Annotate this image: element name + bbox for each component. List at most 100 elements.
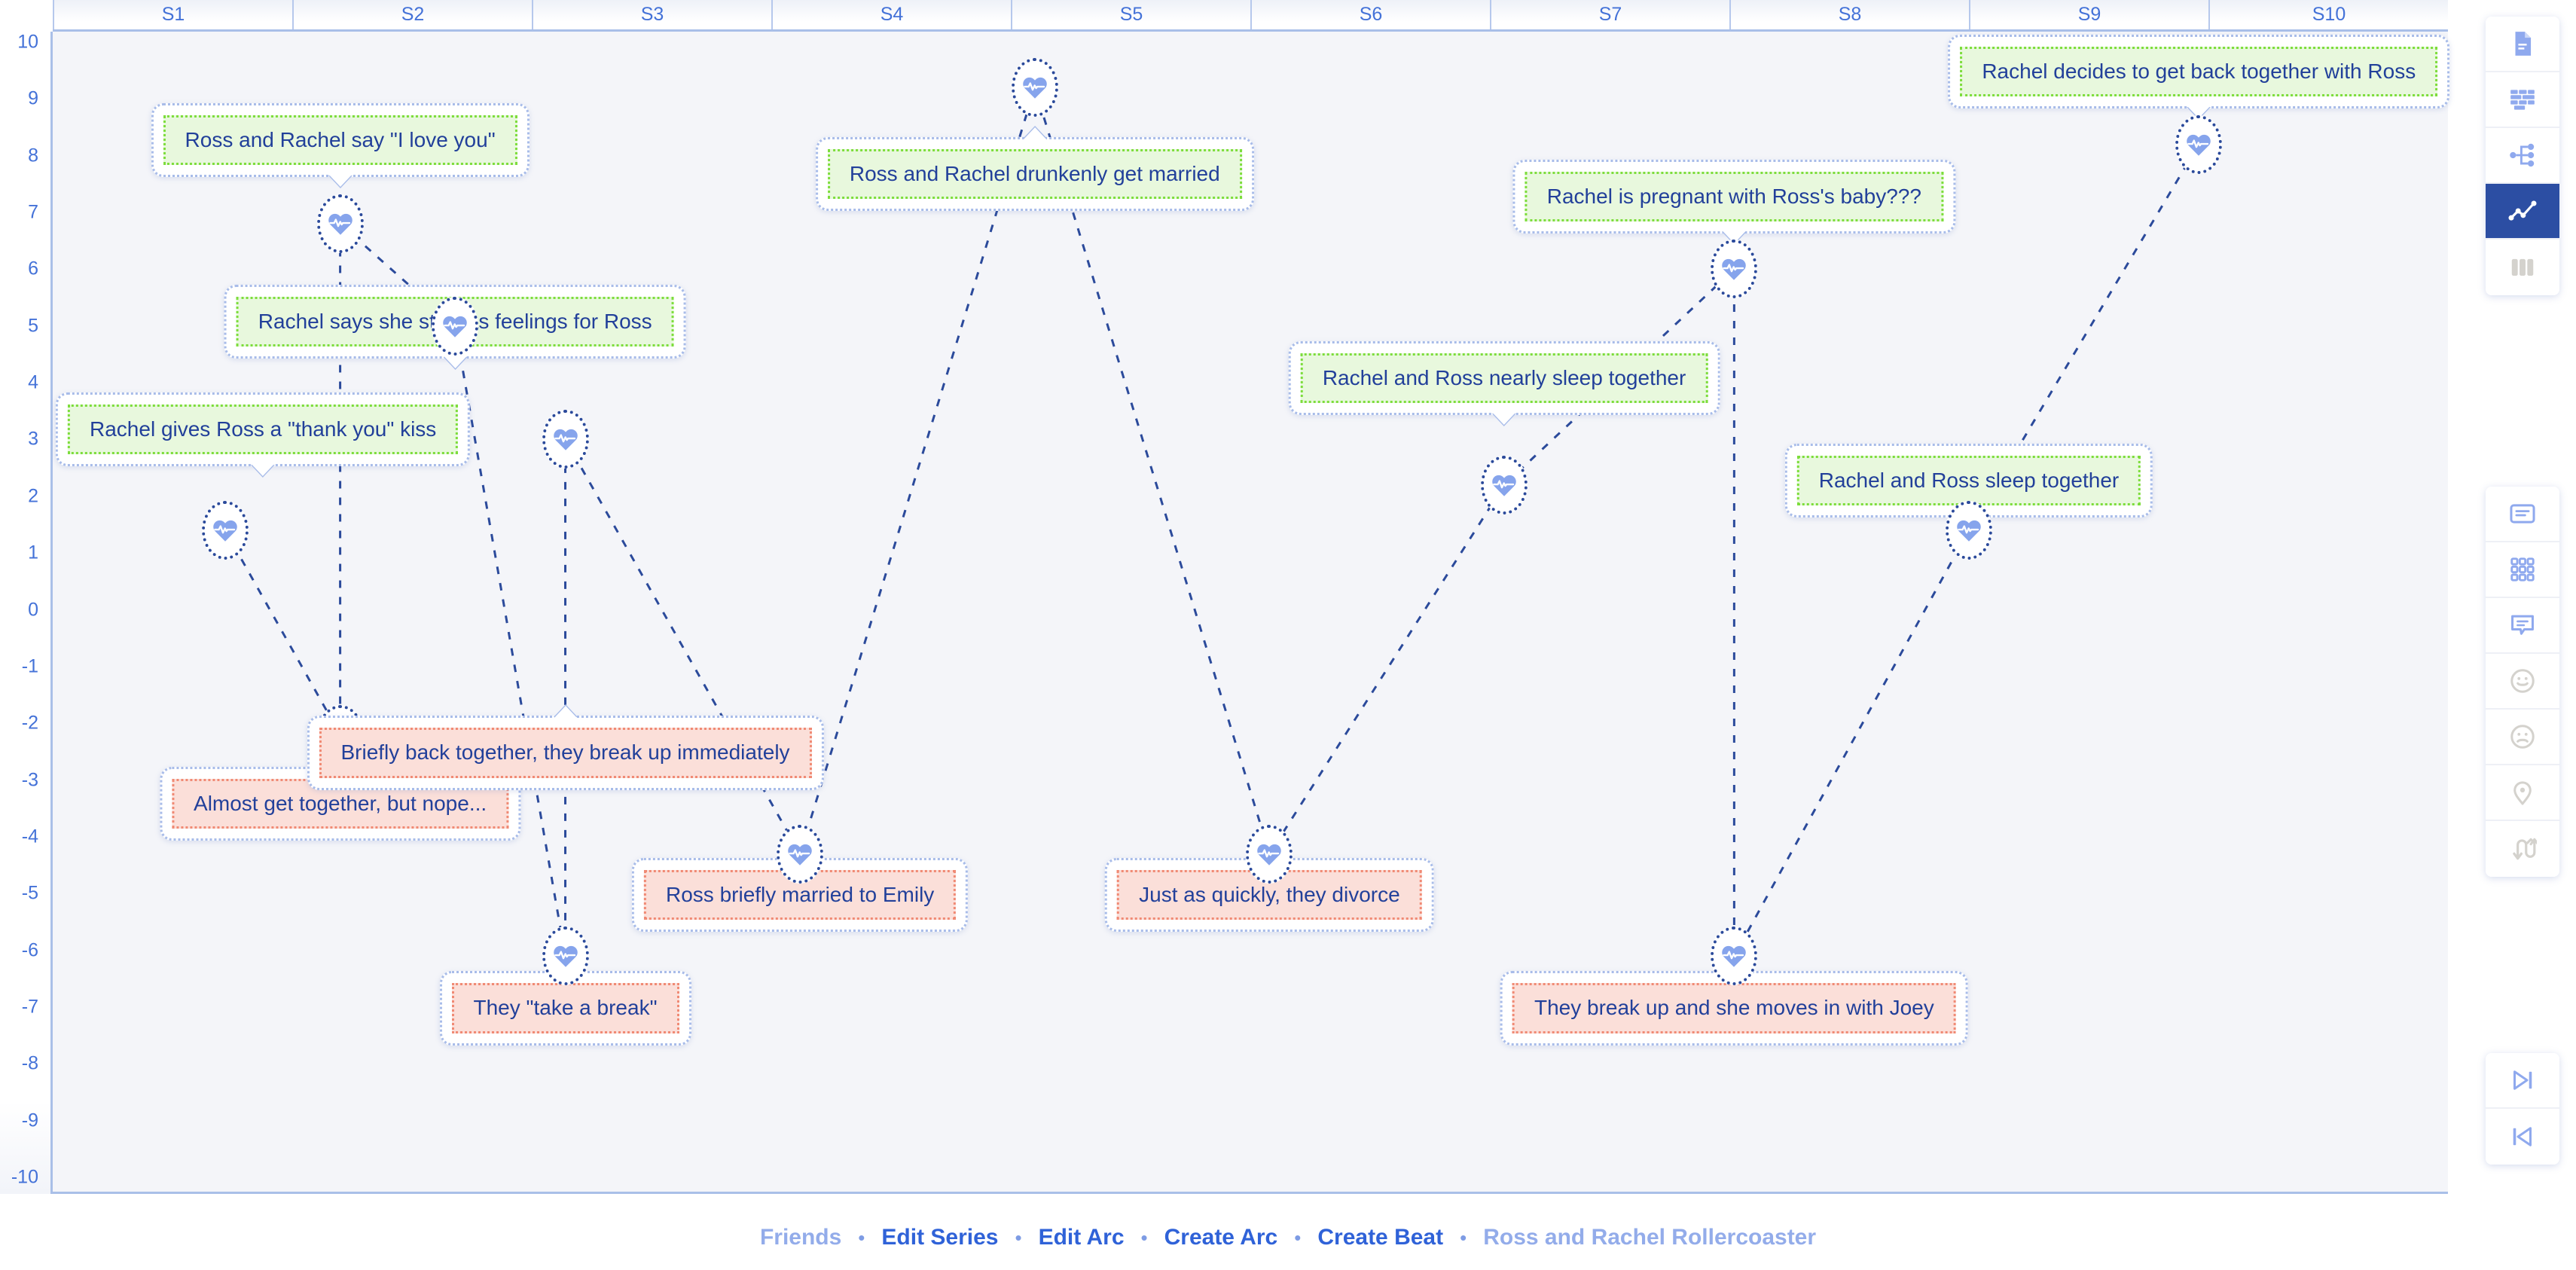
beat-card-pointer	[443, 355, 468, 368]
beat-node-heart-pulse-icon[interactable]	[201, 501, 249, 560]
beat-node-heart-pulse-icon[interactable]	[1946, 501, 1992, 560]
map-pin-icon[interactable]	[2486, 765, 2559, 821]
breadcrumb-item-create-beat[interactable]: Create Beat	[1301, 1225, 1460, 1250]
season-label: S4	[880, 4, 904, 25]
y-axis-tick: -10	[11, 1166, 38, 1188]
season-header-s1[interactable]: S1	[53, 0, 292, 29]
beat-node-heart-pulse-icon[interactable]	[1246, 824, 1293, 884]
beat-card[interactable]: Rachel and Ross nearly sleep together	[1288, 341, 1720, 426]
season-label: S1	[161, 4, 185, 25]
arc-chart: S1 S2 S3 S4 S5 S6 S7 S8 S9 S10 10 9 8 7 6 5 4 3 2 1 0 -1 -2 -3…	[0, 0, 2450, 1194]
beat-node-heart-pulse-icon[interactable]	[1711, 927, 1758, 986]
beat-label: Rachel decides to get back together with…	[1960, 47, 2438, 97]
breadcrumb-separator: •	[1015, 1226, 1022, 1249]
beat-card[interactable]: Rachel gives Ross a "thank you" kiss	[56, 392, 471, 477]
beat-label: Ross and Rachel say "I love you"	[163, 114, 517, 165]
breadcrumb-item-create-arc[interactable]: Create Arc	[1148, 1225, 1295, 1250]
beat-label: Ross and Rachel drunkenly get married	[827, 148, 1242, 200]
y-axis-tick: -8	[21, 1052, 38, 1074]
columns-icon[interactable]	[2486, 240, 2559, 295]
beat-card-pointer	[1022, 127, 1047, 140]
beat-node-heart-pulse-icon[interactable]	[432, 296, 479, 356]
beat-label: They break up and she moves in with Joey	[1512, 983, 1956, 1033]
comment-icon[interactable]	[2486, 598, 2559, 654]
y-axis-tick: -3	[21, 769, 38, 791]
y-axis-tick: 10	[17, 31, 38, 53]
navigation-toolbar[interactable]	[2486, 1053, 2559, 1165]
beat-tools-toolbar[interactable]	[2486, 487, 2559, 877]
season-header-s7[interactable]: S7	[1490, 0, 1729, 29]
beat-node-heart-pulse-icon[interactable]	[316, 194, 364, 254]
y-axis-tick: 7	[28, 201, 38, 223]
beat-node-heart-pulse-icon[interactable]	[542, 927, 589, 986]
season-label: S8	[1838, 4, 1862, 25]
arc-chart-app: S1 S2 S3 S4 S5 S6 S7 S8 S9 S10 10 9 8 7 6 5 4 3 2 1 0 -1 -2 -3…	[0, 0, 2576, 1270]
skip-backward-icon[interactable]	[2486, 1109, 2559, 1165]
season-header-s4[interactable]: S4	[771, 0, 1011, 29]
beat-card[interactable]: Ross and Rachel drunkenly get married	[815, 127, 1254, 212]
breadcrumb-separator: •	[858, 1226, 865, 1249]
season-header-s5[interactable]: S5	[1011, 0, 1250, 29]
beat-card-pointer	[251, 463, 276, 477]
breadcrumb[interactable]: Friends • Edit Series • Edit Arc • Create Arc •…	[0, 1205, 2576, 1270]
sad-face-icon[interactable]	[2486, 710, 2559, 765]
beat-label: Rachel is pregnant with Ross's baby???	[1525, 171, 1943, 222]
sitemap-icon[interactable]	[2486, 128, 2559, 184]
beat-label: Rachel and Ross sleep together	[1796, 455, 2141, 505]
beat-node-heart-pulse-icon[interactable]	[1481, 455, 1528, 514]
season-label: S10	[2312, 4, 2346, 25]
y-axis-tick: -6	[21, 939, 38, 961]
y-axis-tick: 2	[28, 485, 38, 507]
happy-face-icon[interactable]	[2486, 654, 2559, 710]
document-icon[interactable]	[2486, 17, 2559, 72]
season-label: S3	[640, 4, 664, 25]
season-header-s10[interactable]: S10	[2208, 0, 2448, 29]
beat-node-heart-pulse-icon[interactable]	[1011, 58, 1058, 118]
y-axis-tick: -2	[21, 712, 38, 734]
y-axis-tick: 3	[28, 428, 38, 450]
y-axis-tick: 9	[28, 87, 38, 109]
y-axis-tick: -7	[21, 996, 38, 1018]
y-axis-tick: 6	[28, 258, 38, 279]
beat-node-heart-pulse-icon[interactable]	[1711, 240, 1758, 299]
beat-node-heart-pulse-icon[interactable]	[2175, 114, 2223, 174]
breadcrumb-item-friends: Friends	[759, 1225, 842, 1250]
season-header-s9[interactable]: S9	[1969, 0, 2208, 29]
beat-card[interactable]: Rachel decides to get back together with…	[1948, 35, 2450, 119]
season-header-row: S1 S2 S3 S4 S5 S6 S7 S8 S9 S10	[53, 0, 2448, 32]
y-axis-tick: 0	[28, 599, 38, 620]
view-mode-toolbar[interactable]	[2486, 17, 2559, 295]
y-axis-tick: 4	[28, 371, 38, 393]
y-axis-tick: -1	[21, 655, 38, 677]
beat-card-pointer	[553, 706, 578, 719]
breadcrumb-item-edit-arc[interactable]: Edit Arc	[1022, 1225, 1141, 1250]
breadcrumb-separator: •	[1460, 1226, 1467, 1249]
skip-forward-icon[interactable]	[2486, 1053, 2559, 1109]
y-axis-tick: 8	[28, 145, 38, 166]
text-card-icon[interactable]	[2486, 487, 2559, 542]
y-axis-tick: -9	[21, 1110, 38, 1131]
beat-label: They "take a break"	[451, 983, 679, 1033]
season-header-s3[interactable]: S3	[532, 0, 771, 29]
grid-icon[interactable]	[2486, 542, 2559, 598]
beat-label: Rachel and Ross nearly sleep together	[1300, 353, 1708, 404]
wall-icon[interactable]	[2486, 72, 2559, 128]
season-header-s8[interactable]: S8	[1729, 0, 1969, 29]
breadcrumb-item-ross-and-rachel-rollercoaster: Ross and Rachel Rollercoaster	[1483, 1225, 1817, 1250]
shuffle-icon[interactable]	[2486, 821, 2559, 877]
y-axis-tick: -4	[21, 826, 38, 847]
season-label: S9	[2077, 4, 2101, 25]
y-axis-tick: 1	[28, 542, 38, 563]
beat-node-heart-pulse-icon[interactable]	[777, 824, 824, 884]
beat-card[interactable]: Ross and Rachel say "I love you"	[151, 102, 530, 187]
breadcrumb-item-edit-series[interactable]: Edit Series	[865, 1225, 1015, 1250]
season-header-s2[interactable]: S2	[292, 0, 532, 29]
y-axis-tick: 5	[28, 315, 38, 337]
beat-card[interactable]: Briefly back together, they break up imm…	[307, 706, 824, 790]
beat-card[interactable]: Rachel is pregnant with Ross's baby???	[1512, 159, 1955, 244]
season-header-s6[interactable]: S6	[1250, 0, 1490, 29]
line-chart-icon[interactable]	[2486, 184, 2559, 240]
beat-label: Rachel gives Ross a "thank you" kiss	[68, 404, 459, 455]
beat-card-pointer	[1492, 412, 1517, 426]
beat-node-heart-pulse-icon[interactable]	[542, 410, 589, 469]
